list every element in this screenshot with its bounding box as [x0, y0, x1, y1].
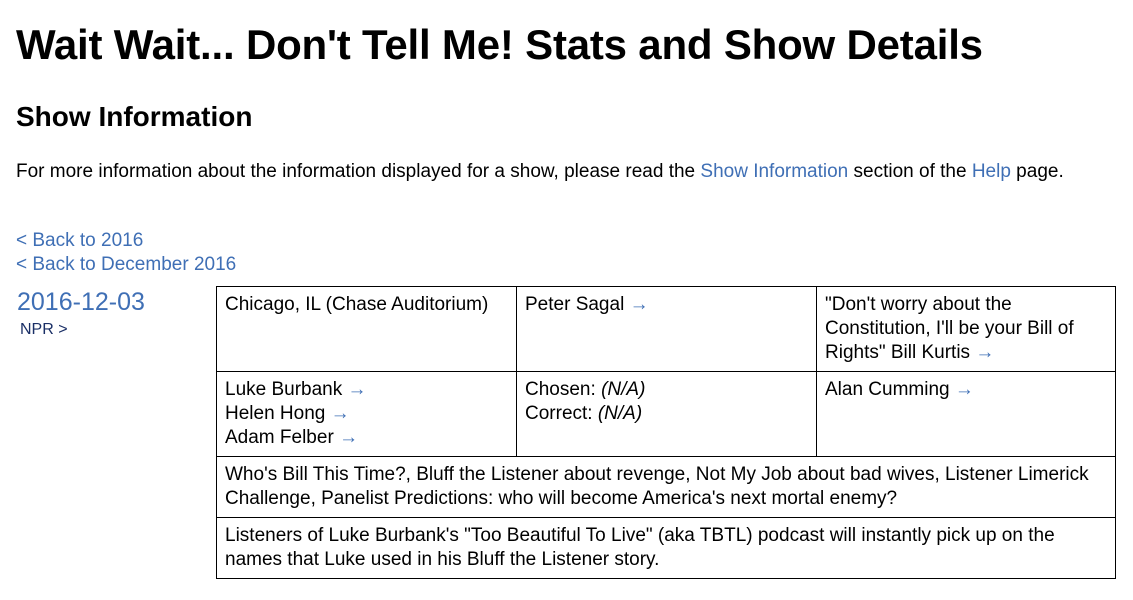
chosen-label: Chosen:	[525, 379, 596, 400]
section-title: Show Information	[16, 101, 253, 132]
show-details-table: Chicago, IL (Chase Auditorium) Peter Sag…	[216, 286, 1116, 579]
panelist-item: Luke Burbank →	[225, 378, 508, 402]
intro-text-before: For more information about the informati…	[16, 161, 701, 182]
correct-value: (N/A)	[597, 403, 643, 424]
intro-paragraph: For more information about the informati…	[16, 160, 1066, 184]
panelists-cell: Luke Burbank → Helen Hong → Adam Felber …	[216, 371, 517, 457]
notes-cell: Listeners of Luke Burbank's "Too Beautif…	[216, 517, 1116, 579]
bluff-correct: Correct: (N/A)	[525, 402, 808, 426]
bluff-chosen: Chosen: (N/A)	[525, 378, 808, 402]
show-date-link[interactable]: 2016-12-03	[17, 287, 145, 317]
page: Wait Wait... Don't Tell Me! Stats and Sh…	[0, 0, 1133, 600]
scorekeeper-cell: "Don't worry about the Constitution, I'l…	[816, 286, 1116, 372]
show-notes: Listeners of Luke Burbank's "Too Beautif…	[225, 525, 1055, 570]
back-to-month-link[interactable]: < Back to December 2016	[16, 253, 236, 277]
show-location: Chicago, IL (Chase Auditorium)	[225, 294, 489, 315]
back-links: < Back to 2016 < Back to December 2016	[16, 229, 236, 277]
intro-text-middle: section of the	[848, 161, 972, 182]
guest-cell: Alan Cumming →	[816, 371, 1116, 457]
back-to-year-link[interactable]: < Back to 2016	[16, 229, 236, 253]
intro-text-after: page.	[1010, 161, 1064, 182]
chosen-value: (N/A)	[601, 379, 646, 400]
panelist-name: Adam Felber	[225, 427, 334, 448]
guest-arrow-icon[interactable]: →	[955, 379, 974, 400]
table-row: Chicago, IL (Chase Auditorium) Peter Sag…	[216, 286, 1116, 372]
location-cell: Chicago, IL (Chase Auditorium)	[216, 286, 517, 372]
panelist-name: Luke Burbank	[225, 379, 343, 400]
page-title: Wait Wait... Don't Tell Me! Stats and Sh…	[16, 21, 983, 68]
panelist-item: Helen Hong →	[225, 402, 508, 426]
panelist-arrow-icon[interactable]: →	[348, 379, 367, 400]
network-link[interactable]: NPR >	[20, 320, 68, 340]
table-row: Listeners of Luke Burbank's "Too Beautif…	[216, 517, 1116, 579]
table-row: Luke Burbank → Helen Hong → Adam Felber …	[216, 371, 1116, 457]
help-link[interactable]: Help	[972, 161, 1011, 182]
table-row: Who's Bill This Time?, Bluff the Listene…	[216, 456, 1116, 518]
correct-label: Correct:	[525, 403, 593, 424]
guest-name: Alan Cumming	[825, 379, 950, 400]
scorekeeper-arrow-icon[interactable]: →	[975, 342, 994, 363]
panelist-item: Adam Felber →	[225, 426, 508, 450]
show-segments: Who's Bill This Time?, Bluff the Listene…	[225, 464, 1089, 509]
host-cell: Peter Sagal →	[516, 286, 817, 372]
panelist-name: Helen Hong	[225, 403, 326, 424]
host-name: Peter Sagal	[525, 294, 625, 315]
bluff-cell: Chosen: (N/A) Correct: (N/A)	[516, 371, 817, 457]
panelist-arrow-icon[interactable]: →	[331, 403, 350, 424]
panelist-arrow-icon[interactable]: →	[339, 427, 358, 448]
scorekeeper-quote: "Don't worry about the Constitution, I'l…	[825, 294, 1074, 363]
host-arrow-icon[interactable]: →	[630, 294, 649, 315]
show-information-link[interactable]: Show Information	[700, 161, 848, 182]
segments-cell: Who's Bill This Time?, Bluff the Listene…	[216, 456, 1116, 518]
